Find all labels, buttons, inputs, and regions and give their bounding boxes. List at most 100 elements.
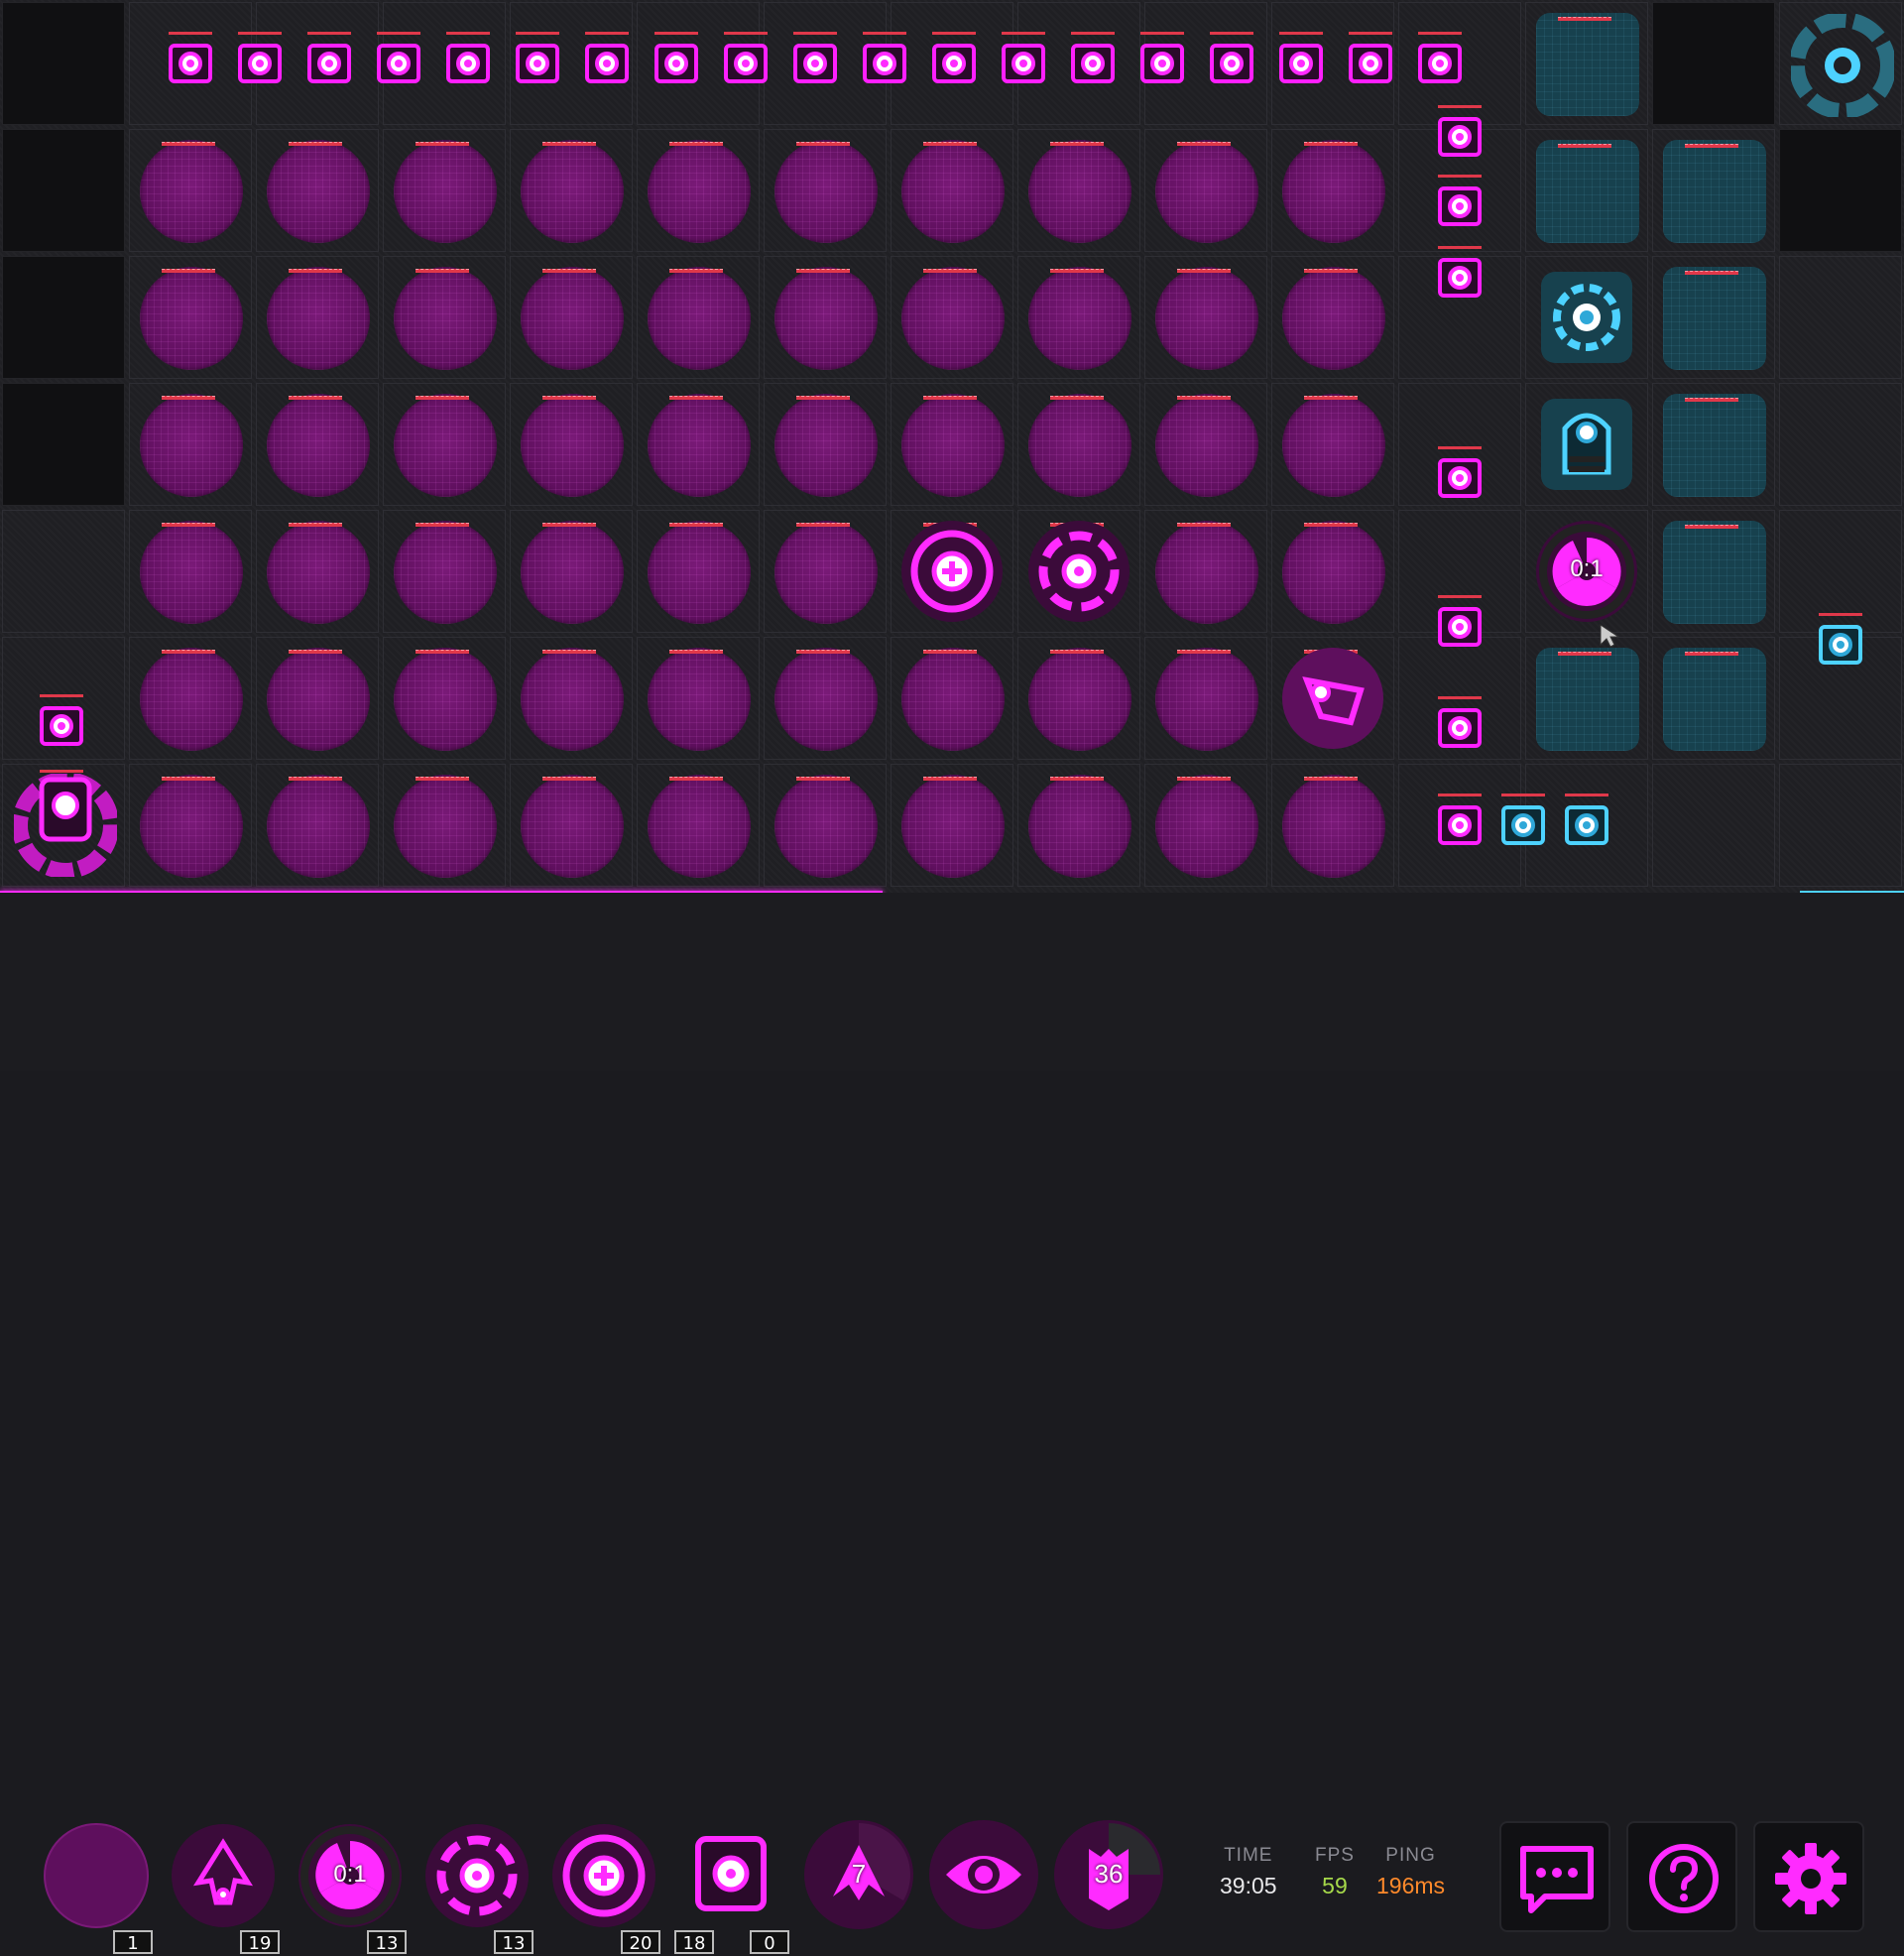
grid-cell[interactable]	[1779, 256, 1902, 379]
grid-cell[interactable]	[1144, 129, 1267, 252]
enemy-tile[interactable]	[1663, 140, 1766, 243]
orb-tile[interactable]	[1155, 140, 1258, 243]
grid-cell[interactable]	[2, 129, 125, 252]
player-turret[interactable]	[1434, 105, 1486, 163]
slot-drone[interactable]: 19	[171, 1823, 280, 1954]
grid-cell[interactable]	[2, 256, 125, 379]
player-turret[interactable]	[303, 32, 355, 89]
grid-cell[interactable]	[383, 510, 506, 633]
grid-cell[interactable]	[764, 383, 887, 506]
grid-cell[interactable]	[637, 637, 760, 760]
player-turret[interactable]	[1067, 32, 1119, 89]
orb-tile[interactable]	[1028, 140, 1131, 243]
grid-cell[interactable]	[129, 383, 252, 506]
orb-tile[interactable]	[774, 140, 878, 243]
grid-cell[interactable]	[891, 383, 1013, 506]
orb-tile[interactable]	[901, 648, 1005, 751]
orb-tile[interactable]	[394, 775, 497, 878]
orb-tile[interactable]	[140, 521, 243, 624]
player-turret[interactable]	[165, 32, 216, 89]
player-turret[interactable]	[36, 694, 87, 752]
orb-tile[interactable]	[267, 521, 370, 624]
grid-cell[interactable]	[1144, 764, 1267, 887]
orb-tile[interactable]	[1282, 394, 1385, 497]
slot-barrel-turret[interactable]: 18 0	[674, 1823, 789, 1954]
grid-cell[interactable]	[383, 637, 506, 760]
grid-cell[interactable]	[510, 637, 633, 760]
grid-cell[interactable]	[256, 256, 379, 379]
grid-cell[interactable]	[2, 510, 125, 633]
enemy-unit[interactable]	[1497, 794, 1549, 851]
slot-orb-tile[interactable]: 1	[44, 1823, 153, 1954]
orb-tile[interactable]	[1155, 394, 1258, 497]
orb-tile[interactable]	[1282, 267, 1385, 370]
orb-tile[interactable]	[1155, 267, 1258, 370]
enemy-tile[interactable]	[1663, 394, 1766, 497]
grid-cell[interactable]	[1017, 383, 1140, 506]
orb-tile[interactable]	[901, 140, 1005, 243]
grid-cell[interactable]	[891, 256, 1013, 379]
player-turret[interactable]	[442, 32, 494, 89]
player-turret[interactable]	[1345, 32, 1396, 89]
orb-tile[interactable]	[648, 394, 751, 497]
grid-cell[interactable]	[764, 637, 887, 760]
player-turret[interactable]	[1434, 446, 1486, 504]
grid-cell[interactable]	[510, 383, 633, 506]
grid-cell[interactable]	[1779, 383, 1902, 506]
grid-cell[interactable]	[510, 510, 633, 633]
gear-shield[interactable]	[1535, 266, 1638, 373]
grid-cell[interactable]	[891, 764, 1013, 887]
help-button[interactable]	[1626, 1821, 1737, 1932]
ability-boost[interactable]: 7	[803, 1819, 914, 1930]
ring-turret[interactable]	[1027, 520, 1130, 627]
orb-tile[interactable]	[1282, 775, 1385, 878]
grid-cell[interactable]	[383, 383, 506, 506]
orb-tile[interactable]	[267, 775, 370, 878]
orb-tile[interactable]	[267, 140, 370, 243]
player-turret[interactable]	[234, 32, 286, 89]
orb-tile[interactable]	[140, 140, 243, 243]
slot-ring-turret[interactable]: 13	[424, 1823, 534, 1954]
grid-cell[interactable]	[1017, 637, 1140, 760]
grid-cell[interactable]	[129, 129, 252, 252]
grid-cell[interactable]	[1017, 256, 1140, 379]
grid-cell[interactable]	[891, 637, 1013, 760]
player-turret[interactable]	[1434, 696, 1486, 754]
orb-tile[interactable]	[648, 140, 751, 243]
slot-nuke[interactable]: 0:1 13	[298, 1823, 407, 1954]
orb-tile[interactable]	[774, 775, 878, 878]
grid-cell[interactable]	[1652, 637, 1775, 760]
enemy-tile[interactable]	[1536, 13, 1639, 116]
orb-tile[interactable]	[140, 775, 243, 878]
orb-tile[interactable]	[1028, 775, 1131, 878]
player-turret[interactable]	[859, 32, 910, 89]
grid-cell[interactable]	[1525, 129, 1648, 252]
player-turret[interactable]	[1206, 32, 1257, 89]
player-base[interactable]	[12, 772, 119, 881]
orb-tile[interactable]	[1282, 521, 1385, 624]
orb-tile[interactable]	[1155, 521, 1258, 624]
grid-cell[interactable]	[1525, 2, 1648, 125]
enemy-unit[interactable]	[1561, 794, 1612, 851]
orb-tile[interactable]	[1155, 648, 1258, 751]
orb-tile[interactable]	[648, 521, 751, 624]
grid-cell[interactable]	[1017, 129, 1140, 252]
grid-cell[interactable]	[256, 383, 379, 506]
grid-cell[interactable]	[1271, 383, 1394, 506]
grid-cell[interactable]	[1144, 383, 1267, 506]
ability-shield[interactable]: 36	[1053, 1819, 1164, 1930]
grid-cell[interactable]	[1652, 764, 1775, 887]
orb-tile[interactable]	[1028, 267, 1131, 370]
grid-cell[interactable]	[2, 383, 125, 506]
grid-cell[interactable]	[510, 129, 633, 252]
grid-cell[interactable]	[1652, 256, 1775, 379]
grid-cell[interactable]	[637, 510, 760, 633]
grid-cell[interactable]	[1271, 510, 1394, 633]
grid-cell[interactable]	[129, 637, 252, 760]
player-turret[interactable]	[1414, 32, 1466, 89]
orb-tile[interactable]	[140, 648, 243, 751]
enemy-spawner[interactable]	[1535, 393, 1638, 500]
player-turret[interactable]	[928, 32, 980, 89]
enemy-unit[interactable]	[1815, 613, 1866, 671]
chat-button[interactable]	[1499, 1821, 1610, 1932]
